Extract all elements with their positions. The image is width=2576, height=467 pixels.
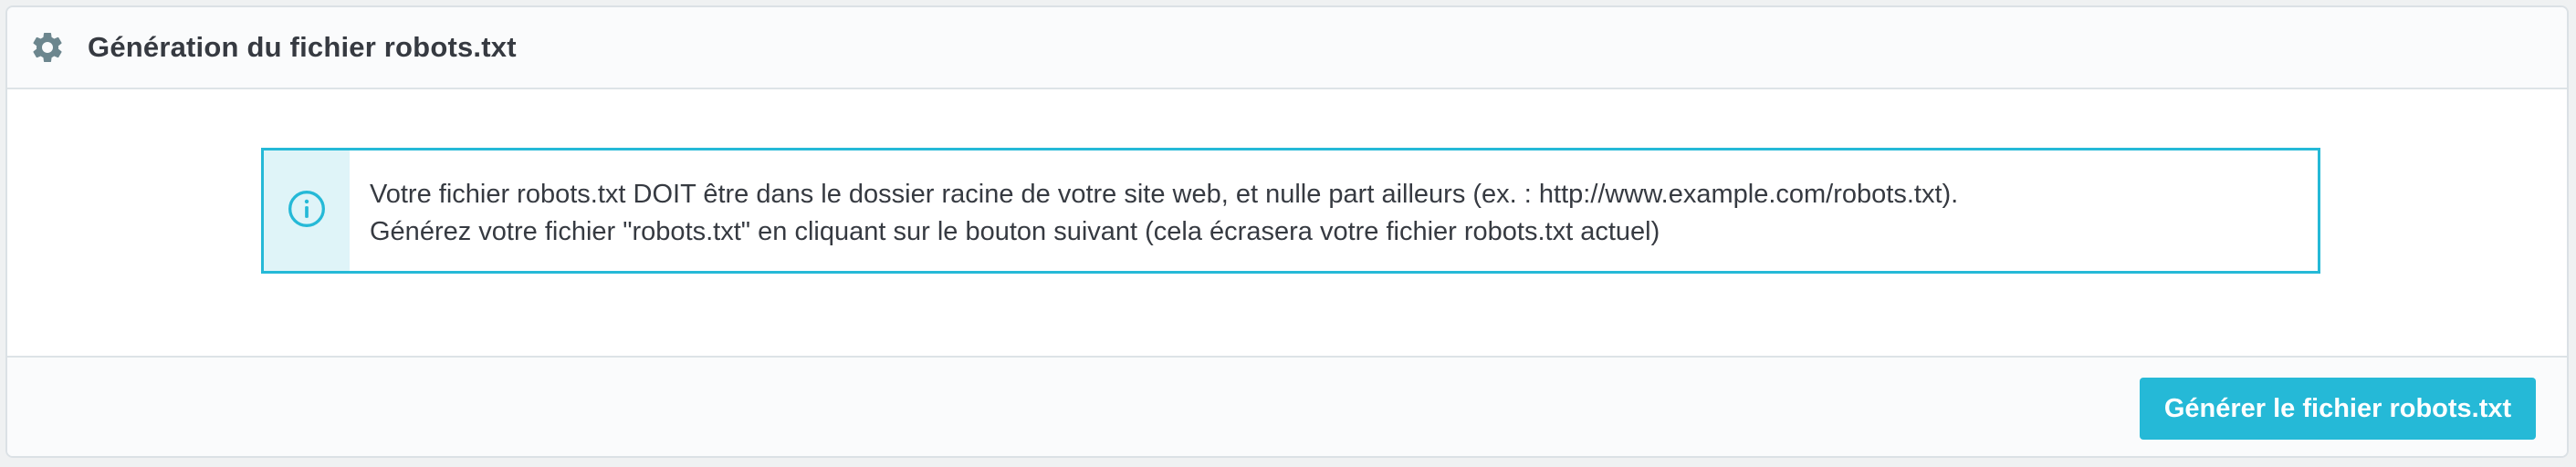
info-circle-icon <box>287 189 327 234</box>
alert-line-1: Votre fichier robots.txt DOIT être dans … <box>370 180 1959 209</box>
robots-generation-panel: Génération du fichier robots.txt Votre f… <box>5 5 2569 458</box>
panel-header: Génération du fichier robots.txt <box>7 7 2567 89</box>
panel-footer: Générer le fichier robots.txt <box>7 356 2567 456</box>
alert-icon-column <box>264 150 350 271</box>
panel-body: Votre fichier robots.txt DOIT être dans … <box>7 89 2567 356</box>
generate-robots-button[interactable]: Générer le fichier robots.txt <box>2140 378 2536 440</box>
alert-message: Votre fichier robots.txt DOIT être dans … <box>350 150 1958 271</box>
gear-icon <box>27 27 68 67</box>
panel-title: Génération du fichier robots.txt <box>88 31 517 63</box>
info-alert: Votre fichier robots.txt DOIT être dans … <box>261 148 2320 274</box>
alert-line-2: Générez votre fichier "robots.txt" en cl… <box>370 217 1660 246</box>
